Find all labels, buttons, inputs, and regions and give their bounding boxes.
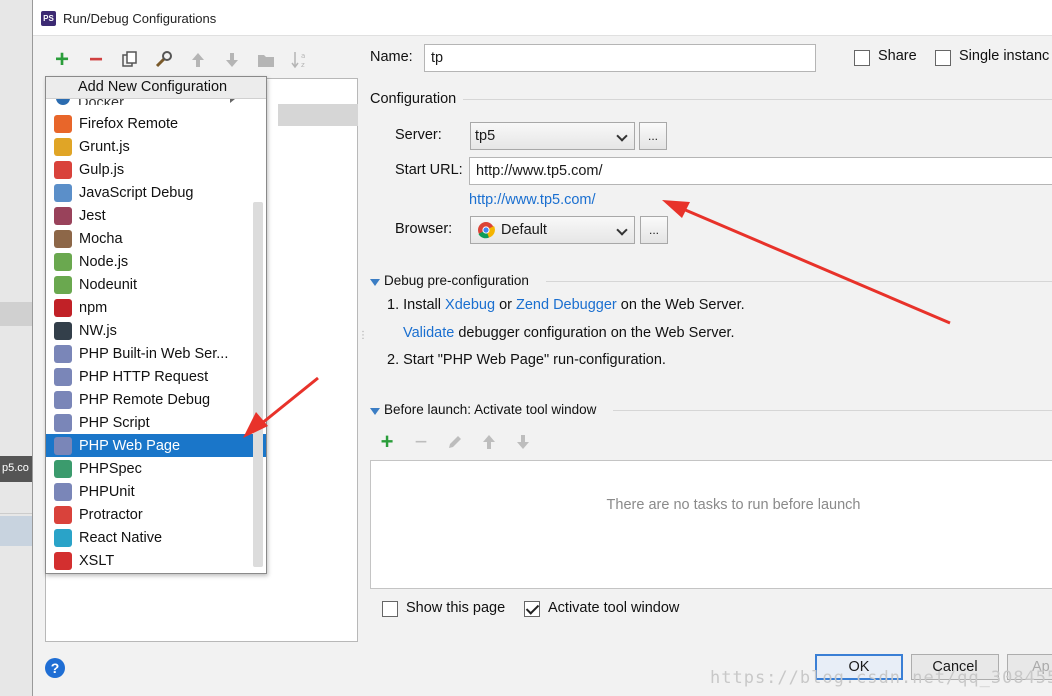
annotation-arrow-url [675, 204, 951, 325]
annotation-arrowhead-php-web-page [243, 412, 268, 438]
annotation-arrow-php-web-page [255, 376, 319, 430]
annotation-arrowhead-url [662, 200, 690, 218]
annotation-overlay [243, 200, 951, 438]
